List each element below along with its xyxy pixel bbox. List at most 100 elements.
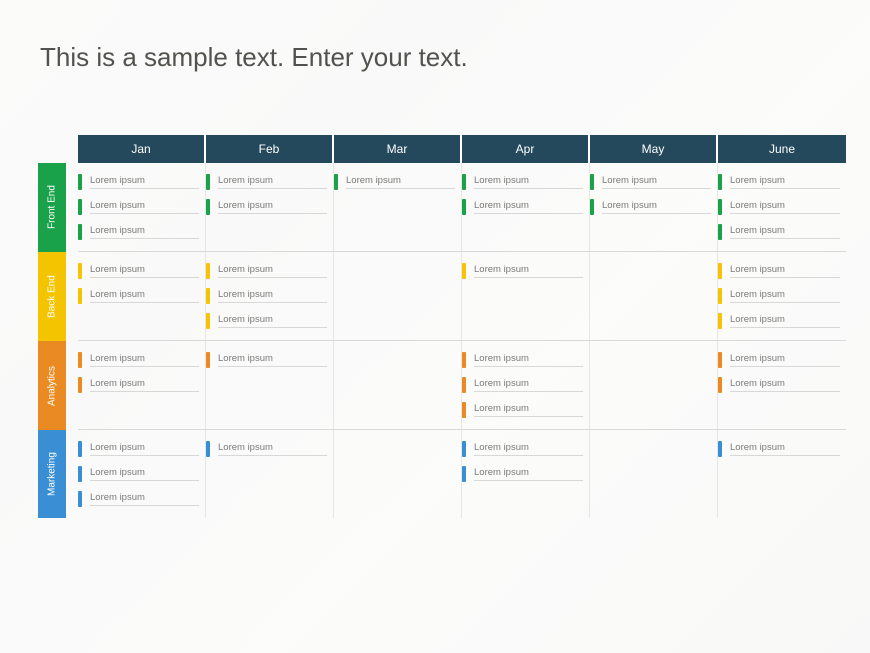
task-label: Lorem ipsum (730, 442, 840, 456)
month-column (590, 252, 718, 340)
task-tick-icon (78, 466, 82, 482)
month-column: Lorem ipsum Lorem ipsum Lorem ipsum (78, 163, 206, 251)
task-tick-icon (718, 224, 722, 240)
task-item: Lorem ipsum (590, 173, 711, 191)
task-label: Lorem ipsum (90, 378, 199, 392)
month-column: Lorem ipsum Lorem ipsum Lorem ipsum (718, 163, 846, 251)
task-tick-icon (462, 174, 466, 190)
month-column (590, 341, 718, 429)
task-item: Lorem ipsum (78, 198, 199, 216)
task-item: Lorem ipsum (718, 440, 840, 458)
task-label: Lorem ipsum (218, 314, 327, 328)
task-item: Lorem ipsum (206, 287, 327, 305)
category-body: Lorem ipsumLorem ipsumLorem ipsumLorem i… (78, 341, 846, 430)
month-column (334, 430, 462, 518)
task-label: Lorem ipsum (218, 264, 327, 278)
task-item: Lorem ipsum (718, 312, 840, 330)
month-header: Mar (334, 135, 462, 163)
task-tick-icon (206, 199, 210, 215)
task-tick-icon (718, 263, 722, 279)
task-label: Lorem ipsum (474, 264, 583, 278)
task-tick-icon (718, 174, 722, 190)
task-item: Lorem ipsum (334, 173, 455, 191)
task-item: Lorem ipsum (78, 351, 199, 369)
month-column: Lorem ipsum (206, 341, 334, 429)
task-item: Lorem ipsum (462, 440, 583, 458)
task-label: Lorem ipsum (90, 175, 199, 189)
month-column: Lorem ipsum Lorem ipsum Lorem ipsum (206, 252, 334, 340)
task-label: Lorem ipsum (474, 403, 583, 417)
task-tick-icon (718, 352, 722, 368)
task-tick-icon (590, 174, 594, 190)
task-label: Lorem ipsum (730, 200, 840, 214)
task-label: Lorem ipsum (218, 175, 327, 189)
category-row: Front EndLorem ipsumLorem ipsumLorem ips… (38, 163, 846, 252)
month-header: May (590, 135, 718, 163)
task-tick-icon (206, 288, 210, 304)
task-label: Lorem ipsum (730, 175, 840, 189)
category-tab: Marketing (38, 430, 66, 518)
task-item: Lorem ipsum (718, 351, 840, 369)
task-item: Lorem ipsum (78, 173, 199, 191)
category-row: Back EndLorem ipsumLorem ipsumLorem ipsu… (38, 252, 846, 341)
category-tab: Back End (38, 252, 66, 341)
category-body: Lorem ipsumLorem ipsumLorem ipsumLorem i… (78, 163, 846, 252)
task-tick-icon (206, 352, 210, 368)
task-item: Lorem ipsum (718, 198, 840, 216)
task-item: Lorem ipsum (462, 351, 583, 369)
month-column: Lorem ipsum Lorem ipsum (462, 430, 590, 518)
task-item: Lorem ipsum (78, 223, 199, 241)
task-tick-icon (462, 199, 466, 215)
task-label: Lorem ipsum (90, 467, 199, 481)
task-item: Lorem ipsum (462, 262, 583, 280)
task-tick-icon (462, 441, 466, 457)
task-tick-icon (462, 377, 466, 393)
task-label: Lorem ipsum (602, 200, 711, 214)
category-body: Lorem ipsumLorem ipsumLorem ipsumLorem i… (78, 430, 846, 518)
month-column: Lorem ipsum Lorem ipsum (78, 252, 206, 340)
task-tick-icon (462, 402, 466, 418)
task-item: Lorem ipsum (718, 173, 840, 191)
task-tick-icon (206, 263, 210, 279)
month-header: Apr (462, 135, 590, 163)
month-column: Lorem ipsum Lorem ipsum (718, 341, 846, 429)
task-tick-icon (78, 199, 82, 215)
category-body: Lorem ipsumLorem ipsumLorem ipsumLorem i… (78, 252, 846, 341)
task-item: Lorem ipsum (78, 440, 199, 458)
task-item: Lorem ipsum (462, 198, 583, 216)
task-label: Lorem ipsum (346, 175, 455, 189)
task-item: Lorem ipsum (78, 465, 199, 483)
task-label: Lorem ipsum (90, 492, 199, 506)
task-label: Lorem ipsum (90, 353, 199, 367)
month-column: Lorem ipsum Lorem ipsum (206, 163, 334, 251)
month-column: Lorem ipsum (462, 252, 590, 340)
task-item: Lorem ipsum (206, 173, 327, 191)
task-item: Lorem ipsum (78, 262, 199, 280)
task-item: Lorem ipsum (78, 287, 199, 305)
task-tick-icon (78, 288, 82, 304)
task-item: Lorem ipsum (206, 312, 327, 330)
category-row: MarketingLorem ipsumLorem ipsumLorem ips… (38, 430, 846, 518)
category-row: AnalyticsLorem ipsumLorem ipsumLorem ips… (38, 341, 846, 430)
task-tick-icon (78, 441, 82, 457)
month-column: Lorem ipsum Lorem ipsum (590, 163, 718, 251)
task-item: Lorem ipsum (462, 465, 583, 483)
category-tab: Analytics (38, 341, 66, 430)
month-column: Lorem ipsumLorem ipsum (462, 163, 590, 251)
task-label: Lorem ipsum (602, 175, 711, 189)
task-item: Lorem ipsum (206, 351, 327, 369)
task-tick-icon (462, 466, 466, 482)
task-label: Lorem ipsum (90, 442, 199, 456)
task-item: Lorem ipsum (206, 440, 327, 458)
task-label: Lorem ipsum (218, 442, 327, 456)
task-label: Lorem ipsum (730, 378, 840, 392)
task-label: Lorem ipsum (474, 378, 583, 392)
task-item: Lorem ipsum (718, 223, 840, 241)
task-label: Lorem ipsum (730, 264, 840, 278)
task-tick-icon (78, 491, 82, 507)
task-tick-icon (718, 313, 722, 329)
task-tick-icon (206, 174, 210, 190)
month-column: Lorem ipsumLorem ipsumLorem ipsum (718, 252, 846, 340)
task-tick-icon (334, 174, 338, 190)
task-label: Lorem ipsum (218, 200, 327, 214)
